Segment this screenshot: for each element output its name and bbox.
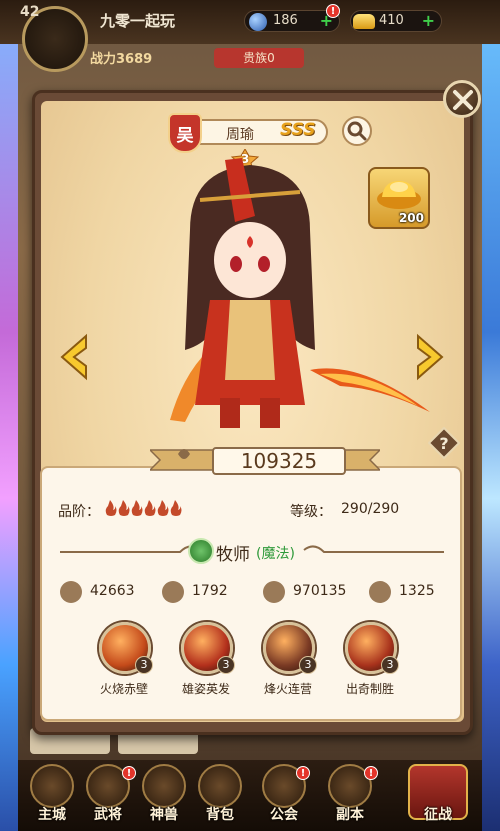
hero-grade: SSS [280,120,316,140]
magnifier-icon [347,121,367,141]
stat-speed: 1325 [369,581,449,603]
stat-defense: 1792 [162,581,252,603]
question-icon: ? [427,426,461,460]
gem-icon [249,13,267,31]
hero-info-button[interactable] [342,116,372,146]
dungeon-alert-badge: ! [364,766,378,780]
backpack-icon [198,764,242,808]
class-name: 牧师 [216,545,250,565]
shield-icon [162,581,184,603]
nav-label: 征战 [424,807,452,823]
faction-label: 吴 [176,126,194,146]
guild-alert-badge: ! [296,766,310,780]
boot-icon [369,581,391,603]
hero-eye-right [258,256,270,272]
skill-level: 3 [135,656,153,674]
skill-level: 3 [381,656,399,674]
player-name: 九零一起玩 [100,12,176,30]
heart-icon [263,581,285,603]
hero-boot-right [260,398,280,428]
nav-label: 神兽 [150,807,178,823]
gold-ingot-icon [377,181,421,209]
player-level: 42 [20,4,40,20]
nav-campaign[interactable]: 征战 [402,764,474,828]
nav-beasts[interactable]: 神兽 [136,764,192,828]
chevron-left-icon [60,333,87,381]
main-city-icon [30,764,74,808]
priest-class-icon [188,538,214,564]
stat-value: 42663 [90,583,135,599]
skill-level: 3 [299,656,317,674]
hero-boot-left [220,398,240,428]
level-label: 等级： [290,504,332,520]
svg-text:?: ? [439,434,448,453]
player-power: 战力3689 [90,48,152,67]
gold-value: 410 [379,13,404,28]
previous-hero-button[interactable] [56,332,92,382]
background-right-art [482,0,500,831]
nav-label: 公会 [270,807,298,823]
faction-badge: 吴 [168,113,202,153]
nav-backpack[interactable]: 背包 [192,764,248,828]
chevron-right-icon [417,333,444,381]
skill-slot[interactable]: 3 火烧赤壁 [84,622,164,702]
gems-value: 186 [273,13,298,28]
nav-dungeon[interactable]: 副本 ! [322,764,378,828]
nav-generals[interactable]: 武将 ! [80,764,136,828]
close-icon [453,90,473,110]
gold-ingot-icon [353,14,375,29]
nav-label: 背包 [206,807,234,823]
hero-armor [225,300,275,380]
hero-name: 周瑜 [226,127,254,143]
nav-label: 主城 [38,807,66,823]
background-left-art [0,0,18,831]
gold-counter[interactable]: 410 + [350,10,442,32]
next-hero-button[interactable] [412,332,448,382]
stat-value: 1325 [399,583,435,599]
gold-reward-tile[interactable]: 200 [368,167,430,229]
generals-alert-badge: ! [122,766,136,780]
hero-face [214,222,286,298]
stat-value: 1792 [192,583,228,599]
vip-rank-badge[interactable]: 贵族0 [214,48,304,68]
skill-slot[interactable]: 3 出奇制胜 [330,622,410,702]
power-value: 3689 [116,52,153,67]
stat-attack: 42663 [60,581,150,603]
stat-value: 970135 [293,583,347,599]
gold-reward-qty: 200 [398,211,424,225]
quality-flames [105,500,182,516]
skill-name: 出奇制胜 [345,682,394,696]
stat-health: 970135 [263,581,363,603]
skill-slot[interactable]: 3 烽火连营 [248,622,328,702]
quality-label: 品阶： [58,504,100,520]
player-subbar: 战力3689 贵族0 [90,46,482,70]
power-label: 战力 [90,52,117,67]
gems-alert-badge: ! [326,4,340,18]
add-gold-button[interactable]: + [422,11,435,31]
hero-eye-left [230,256,242,272]
help-button[interactable]: ? [427,426,461,460]
skill-slot[interactable]: 3 雄姿英发 [166,622,246,702]
class-divider [60,545,444,553]
skill-name: 火烧赤壁 [99,682,148,696]
flame-icon [105,500,182,516]
sword-icon [60,581,82,603]
level-value: 290/290 [341,501,400,517]
combat-power-value: 109325 [212,447,346,475]
nav-main-city[interactable]: 主城 [24,764,80,828]
bottom-nav-bar: 主城 武将 ! 神兽 背包 公会 ! 副本 ! 征战 [18,760,482,831]
close-button[interactable] [443,80,481,118]
skill-name: 烽火连营 [263,682,312,696]
nav-label: 副本 [336,807,364,823]
skill-level: 3 [217,656,235,674]
class-type: (魔法) [256,546,295,562]
nav-label: 武将 [94,807,122,823]
skill-name: 雄姿英发 [181,682,230,696]
nav-guild[interactable]: 公会 ! [256,764,312,828]
beasts-icon [142,764,186,808]
